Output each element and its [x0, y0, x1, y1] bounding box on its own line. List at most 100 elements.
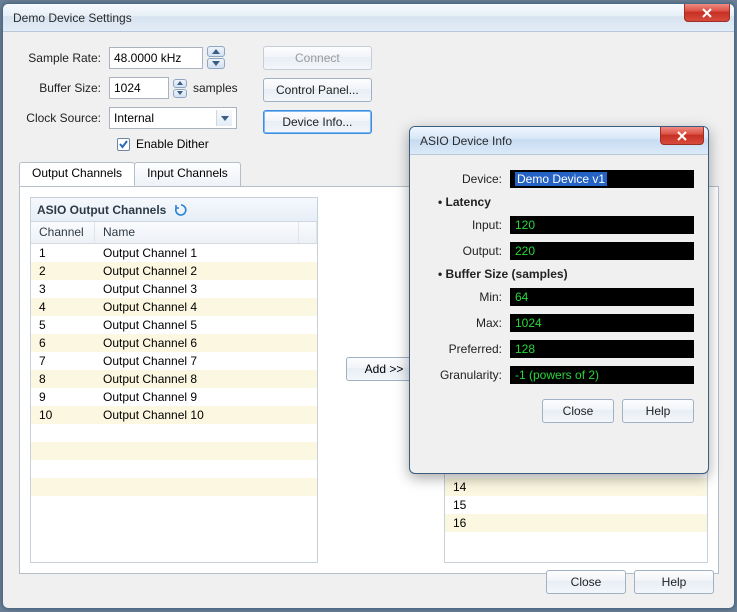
buffer-size-value: 1024	[114, 81, 141, 95]
cell-channel: 9	[31, 390, 95, 404]
asio-info-close-icon[interactable]	[660, 127, 704, 145]
table-row[interactable]: 8Output Channel 8	[31, 370, 317, 388]
asio-info-close-button-label: Close	[563, 404, 594, 418]
table-row[interactable]: 14	[445, 478, 707, 496]
tab-output-channels[interactable]: Output Channels	[19, 162, 135, 186]
sample-rate-down-icon[interactable]	[207, 58, 225, 69]
table-row[interactable]: 16	[445, 514, 707, 532]
label-device: Device:	[424, 172, 510, 186]
cell-name: Output Channel 10	[95, 408, 317, 422]
cell-name: Output Channel 3	[95, 282, 317, 296]
main-close-icon[interactable]	[684, 4, 730, 22]
table-row[interactable]: 10Output Channel 10	[31, 406, 317, 424]
label-latency-output: Output:	[424, 244, 510, 258]
row-granularity: Granularity: -1 (powers of 2)	[424, 363, 694, 387]
row-max: Max: 1024	[424, 311, 694, 335]
main-help-button-label: Help	[662, 575, 687, 589]
table-row[interactable]: 7Output Channel 7	[31, 352, 317, 370]
main-bottom-buttons: Close Help	[546, 570, 714, 594]
buffer-size-input[interactable]: 1024	[109, 77, 169, 99]
asio-info-help-button-label: Help	[646, 404, 671, 418]
table-row-empty	[31, 496, 317, 514]
label-sample-rate: Sample Rate:	[19, 51, 109, 65]
cell-channel: 3	[31, 282, 95, 296]
section-latency: Latency	[438, 195, 694, 209]
label-min: Min:	[424, 290, 510, 304]
buffer-size-spinner	[173, 79, 187, 98]
value-granularity: -1 (powers of 2)	[510, 366, 694, 384]
col-channel[interactable]: Channel	[31, 222, 95, 243]
tab-output-label: Output Channels	[32, 166, 122, 180]
asio-info-buttons: Close Help	[424, 399, 694, 423]
asio-info-help-button[interactable]: Help	[622, 399, 694, 423]
table-row[interactable]: 6Output Channel 6	[31, 334, 317, 352]
value-latency-output: 220	[510, 242, 694, 260]
main-title: Demo Device Settings	[9, 11, 132, 25]
asio-info-titlebar: ASIO Device Info	[410, 127, 708, 155]
asio-info-body: Device: Demo Device v1 Latency Input: 12…	[410, 155, 708, 435]
value-preferred: 128	[510, 340, 694, 358]
buffer-size-up-icon[interactable]	[173, 79, 187, 88]
value-device[interactable]: Demo Device v1	[510, 170, 694, 188]
table-row-empty	[31, 460, 317, 478]
control-panel-button[interactable]: Control Panel...	[263, 78, 372, 102]
enable-dither-label: Enable Dither	[136, 137, 209, 151]
value-max: 1024	[510, 314, 694, 332]
add-button-label: Add >>	[365, 362, 404, 376]
asio-output-title-text: ASIO Output Channels	[37, 203, 166, 217]
asio-info-window-buttons	[660, 127, 704, 145]
cell-channel: 16	[445, 516, 509, 530]
value-device-text: Demo Device v1	[515, 172, 607, 186]
refresh-icon[interactable]	[174, 203, 188, 217]
table-row[interactable]: 3Output Channel 3	[31, 280, 317, 298]
cell-name: Output Channel 6	[95, 336, 317, 350]
table-row-empty	[445, 532, 707, 550]
cell-channel: 5	[31, 318, 95, 332]
main-close-button[interactable]: Close	[546, 570, 626, 594]
connect-button-label: Connect	[295, 51, 340, 65]
row-device: Device: Demo Device v1	[424, 167, 694, 191]
cell-channel: 15	[445, 498, 509, 512]
label-buffer-size: Buffer Size:	[19, 81, 109, 95]
row-min: Min: 64	[424, 285, 694, 309]
sample-rate-up-icon[interactable]	[207, 46, 225, 57]
clock-source-select[interactable]: Internal	[109, 107, 237, 129]
label-latency-input: Input:	[424, 218, 510, 232]
row-latency-input: Input: 120	[424, 213, 694, 237]
device-info-button[interactable]: Device Info...	[263, 110, 372, 134]
device-info-button-label: Device Info...	[282, 115, 352, 129]
cell-name: Output Channel 2	[95, 264, 317, 278]
table-row[interactable]: 15	[445, 496, 707, 514]
table-row[interactable]: 1Output Channel 1	[31, 244, 317, 262]
asio-info-close-button[interactable]: Close	[542, 399, 614, 423]
table-row-empty	[31, 424, 317, 442]
col-name[interactable]: Name	[95, 222, 299, 243]
cell-channel: 8	[31, 372, 95, 386]
table-row[interactable]: 4Output Channel 4	[31, 298, 317, 316]
buffer-size-unit: samples	[193, 81, 238, 95]
sample-rate-input[interactable]: 48.0000 kHz	[109, 47, 203, 69]
label-granularity: Granularity:	[424, 368, 510, 382]
label-clock-source: Clock Source:	[19, 111, 109, 125]
cell-channel: 6	[31, 336, 95, 350]
value-min: 64	[510, 288, 694, 306]
tab-input-channels[interactable]: Input Channels	[134, 162, 241, 186]
table-row[interactable]: 9Output Channel 9	[31, 388, 317, 406]
main-window-buttons	[684, 4, 730, 22]
connect-button[interactable]: Connect	[263, 46, 372, 70]
tab-input-label: Input Channels	[147, 166, 228, 180]
table-row[interactable]: 2Output Channel 2	[31, 262, 317, 280]
enable-dither-checkbox[interactable]: Enable Dither	[117, 137, 209, 151]
settings-buttons: Connect Control Panel... Device Info...	[263, 46, 372, 134]
output-rows[interactable]: 1Output Channel 12Output Channel 23Outpu…	[31, 244, 317, 562]
cell-name: Output Channel 7	[95, 354, 317, 368]
main-help-button[interactable]: Help	[634, 570, 714, 594]
section-buffer-size: Buffer Size (samples)	[438, 267, 694, 281]
output-col-headers: Channel Name	[31, 222, 317, 244]
asio-info-title: ASIO Device Info	[416, 134, 512, 148]
main-titlebar: Demo Device Settings	[3, 4, 734, 32]
table-row-empty	[31, 478, 317, 496]
chevron-down-icon	[216, 110, 232, 126]
table-row[interactable]: 5Output Channel 5	[31, 316, 317, 334]
buffer-size-down-icon[interactable]	[173, 89, 187, 98]
